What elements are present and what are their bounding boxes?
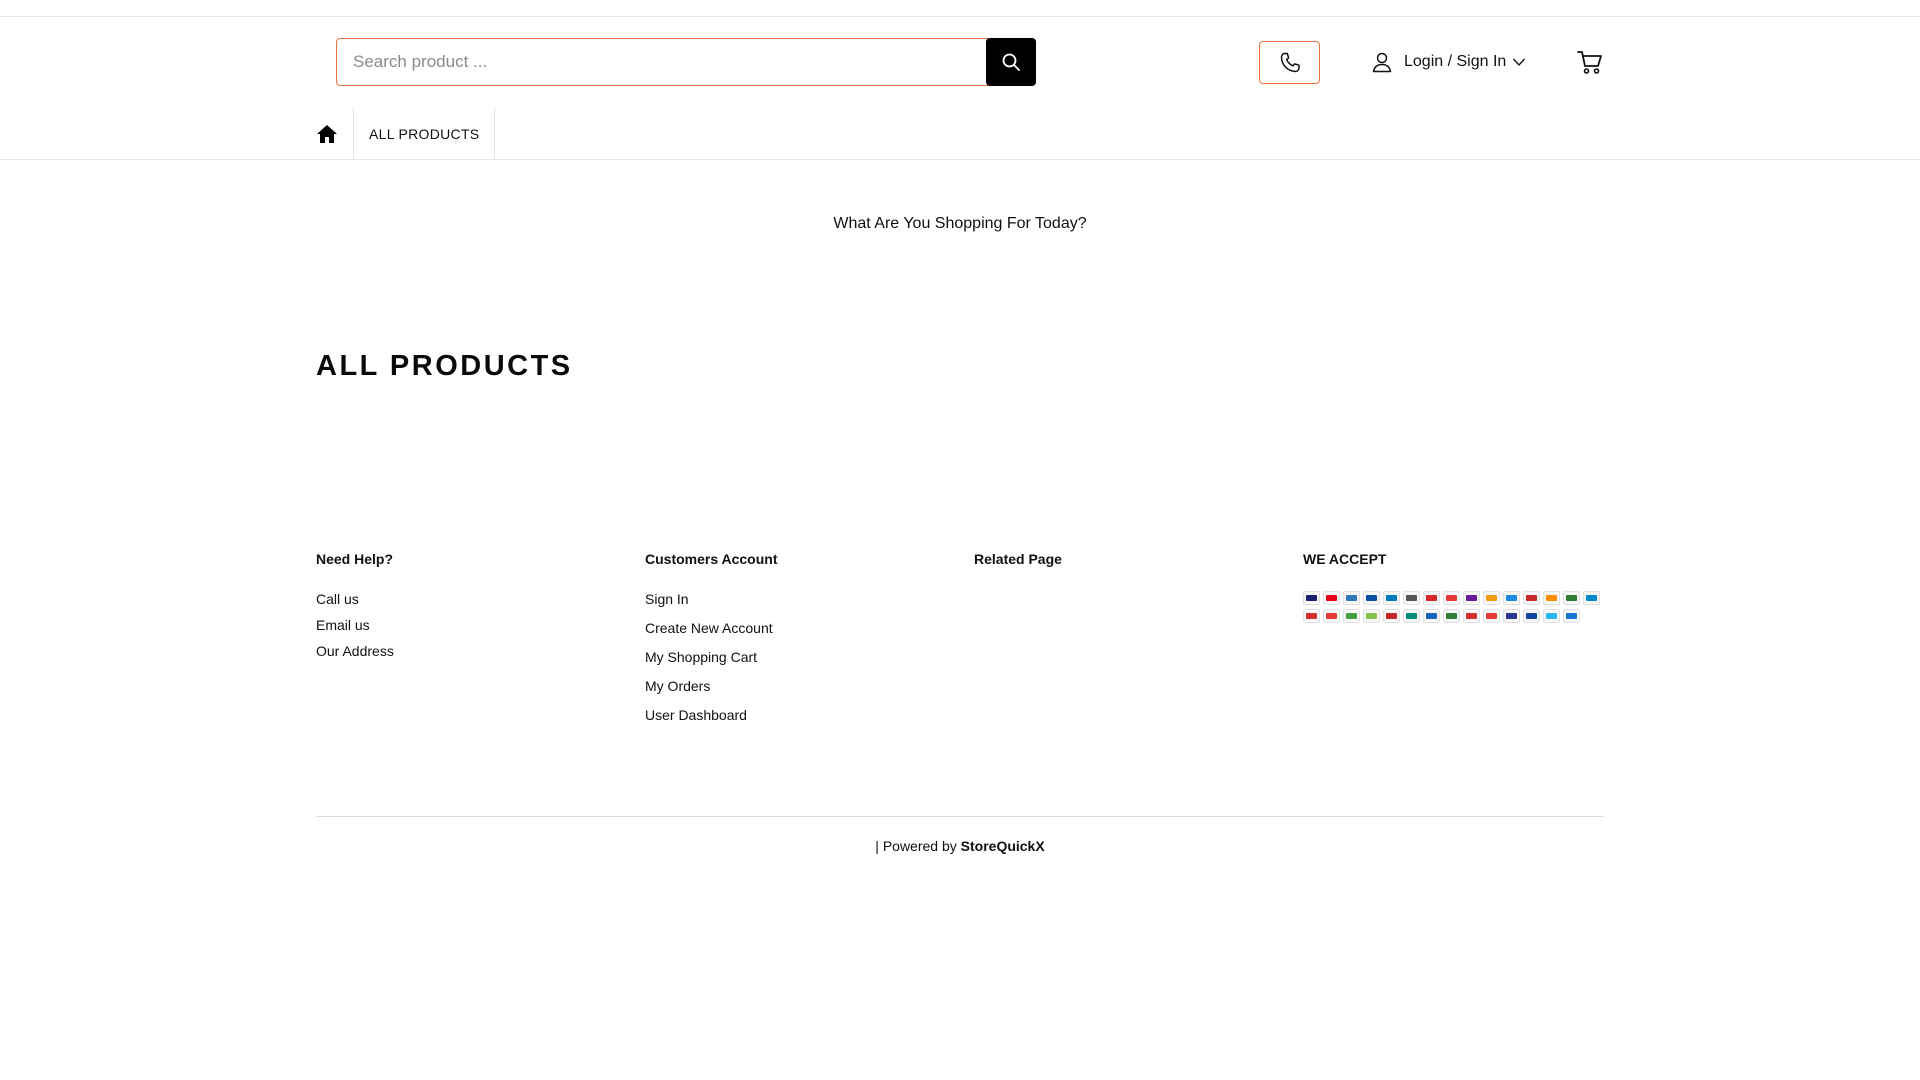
payment-icon (1463, 609, 1480, 623)
footer-link-user-dashboard[interactable]: User Dashboard (645, 707, 778, 723)
footer-related-page: Related Page (974, 551, 1062, 567)
powered-by-prefix: | Powered by (875, 838, 957, 854)
payment-icon (1523, 591, 1540, 605)
payment-icon (1303, 609, 1320, 623)
payment-icon (1363, 609, 1380, 623)
payment-icon (1483, 609, 1500, 623)
footer-we-accept: WE ACCEPT (1303, 551, 1606, 623)
payment-icon (1463, 591, 1480, 605)
phone-icon (1280, 52, 1300, 72)
top-strip (0, 0, 1920, 17)
footer-heading: WE ACCEPT (1303, 551, 1387, 567)
phone-button[interactable] (1259, 41, 1320, 84)
nav-divider (0, 159, 1920, 160)
cart-icon (1577, 51, 1602, 74)
payment-icon (1583, 591, 1600, 605)
chevron-down-icon (1513, 58, 1526, 67)
payment-icon (1543, 591, 1560, 605)
footer-link-email-us[interactable]: Email us (316, 617, 394, 633)
payment-icon (1503, 609, 1520, 623)
payment-icon (1563, 591, 1580, 605)
footer-link-our-address[interactable]: Our Address (316, 643, 394, 659)
user-icon (1372, 52, 1392, 73)
footer-link-create-account[interactable]: Create New Account (645, 620, 778, 636)
footer-link-call-us[interactable]: Call us (316, 591, 394, 607)
payment-icon (1343, 609, 1360, 623)
footer-heading: Customers Account (645, 551, 778, 567)
home-icon (317, 125, 337, 143)
nav-all-products[interactable]: ALL PRODUCTS (354, 108, 496, 160)
payment-icon (1483, 591, 1500, 605)
footer-need-help: Need Help? Call us Email us Our Address (316, 551, 394, 669)
search-input[interactable] (337, 39, 1035, 85)
main-nav: ALL PRODUCTS (316, 108, 496, 160)
footer-heading: Need Help? (316, 551, 394, 567)
footer-divider (316, 816, 1604, 817)
diners-icon (1383, 591, 1400, 605)
payment-icon (1443, 609, 1460, 623)
visa-icon (1303, 591, 1320, 605)
footer-link-sign-in[interactable]: Sign In (645, 591, 778, 607)
payment-icon (1443, 591, 1460, 605)
payment-icon (1423, 591, 1440, 605)
tagline: What Are You Shopping For Today? (833, 215, 1087, 232)
jcb-icon (1363, 591, 1380, 605)
login-menu[interactable]: Login / Sign In (1370, 48, 1526, 76)
cart-button[interactable] (1574, 46, 1606, 78)
payment-icon (1403, 609, 1420, 623)
login-label[interactable]: Login / Sign In (1404, 53, 1506, 71)
payment-icon (1403, 591, 1420, 605)
footer-heading: Related Page (974, 551, 1062, 567)
footer-link-shopping-cart[interactable]: My Shopping Cart (645, 649, 778, 665)
payment-icon (1423, 609, 1440, 623)
payment-icon (1323, 609, 1340, 623)
payment-icon (1563, 609, 1580, 623)
page-title: ALL PRODUCTS (316, 350, 573, 382)
powered-by-brand[interactable]: StoreQuickX (961, 838, 1045, 854)
amex-icon (1343, 591, 1360, 605)
search-bar (336, 38, 1036, 86)
payment-icon (1543, 609, 1560, 623)
mastercard-icon (1323, 591, 1340, 605)
payment-methods (1303, 591, 1606, 623)
payment-icon (1503, 591, 1520, 605)
search-button[interactable] (986, 38, 1036, 86)
footer-customers-account: Customers Account Sign In Create New Acc… (645, 551, 778, 736)
footer-link-my-orders[interactable]: My Orders (645, 678, 778, 694)
payment-icon (1523, 609, 1540, 623)
payment-icon (1383, 609, 1400, 623)
search-icon (1002, 53, 1020, 71)
nav-home[interactable] (316, 108, 354, 160)
powered-by: | Powered by StoreQuickX (0, 838, 1920, 854)
